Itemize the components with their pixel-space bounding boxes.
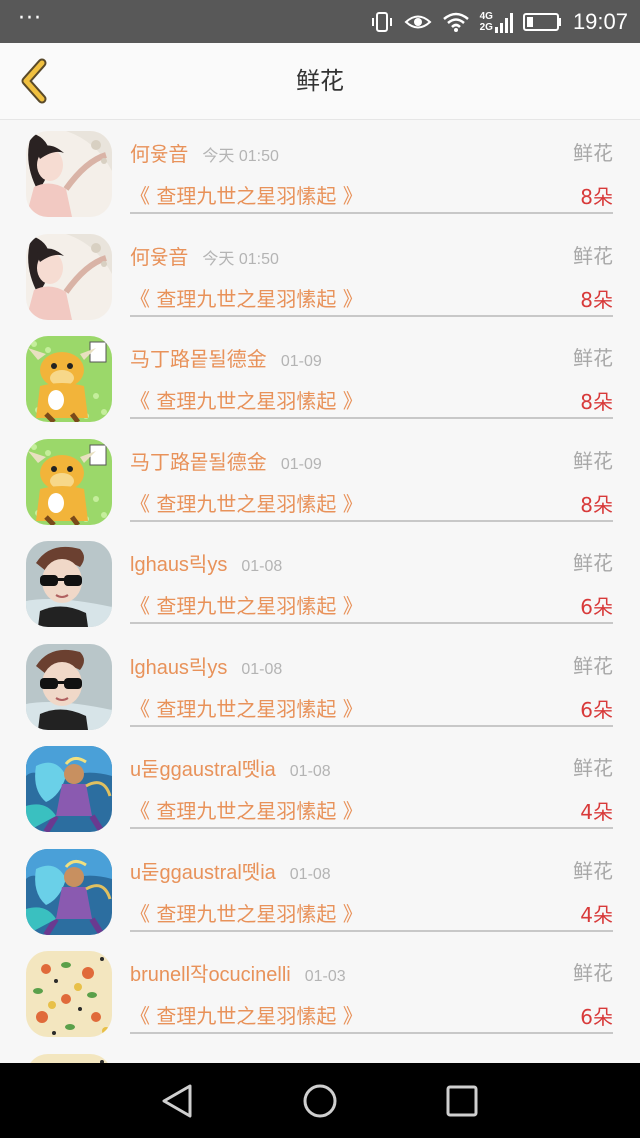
flower-count: 8朵 (580, 287, 613, 312)
back-arrow-icon[interactable] (14, 57, 54, 105)
avatar[interactable] (26, 131, 112, 217)
sender-name[interactable]: brunell작ocucinelli (130, 964, 291, 986)
sender-name[interactable]: 马丁路뫁될德金 (130, 452, 267, 474)
avatar[interactable] (26, 541, 112, 627)
flower-count: 4朵 (580, 800, 613, 824)
gift-time: 01-03 (304, 968, 346, 985)
book-title[interactable]: 《 查理九世之星羽愫起 》 (130, 590, 363, 619)
clock: 19:07 (572, 8, 628, 34)
avatar[interactable] (26, 746, 112, 832)
book-title[interactable]: 《 查理九世之星羽愫起 》 (130, 898, 363, 927)
gift-category: 鲜花 (573, 653, 613, 678)
book-title[interactable]: 《 查理九世之星羽愫起 》 (130, 385, 363, 414)
vibrate-icon (371, 11, 392, 32)
gift-category: 鲜花 (573, 858, 613, 883)
nav-home-icon[interactable] (300, 1083, 340, 1119)
network-type: 4G 2G (479, 10, 493, 33)
book-title[interactable]: 《 查理九世之星羽愫起 》 (130, 488, 363, 517)
divider (130, 929, 613, 932)
flower-count: 6朵 (580, 697, 613, 722)
sender-name[interactable]: u둗ggaustral뗏ia (130, 759, 276, 781)
sender-name[interactable]: lghaus릭ys (130, 554, 227, 576)
book-title[interactable]: 《 查理九世之星羽愫起 》 (130, 693, 363, 722)
gift-category: 鲜花 (573, 961, 613, 985)
gift-category: 鲜花 (573, 756, 613, 780)
notification-dots-icon: ··· (18, 6, 42, 31)
flower-count: 8朵 (580, 492, 613, 517)
nav-back-icon[interactable] (158, 1083, 198, 1119)
list-item[interactable]: 何윷音 今天 01:50 鲜花 《 查理九世之星羽愫起 》 8朵 (0, 223, 640, 326)
book-title[interactable]: 《 查理九世之星羽愫起 》 (130, 283, 363, 312)
gift-category: 鲜花 (573, 551, 613, 575)
divider (130, 212, 613, 214)
list-item[interactable]: u둗ggaustral뗏ia 01-08 鲜花 《 查理九世之星羽愫起 》 4朵 (0, 735, 640, 838)
gift-time: 01-09 (280, 455, 322, 473)
flower-count: 6朵 (580, 595, 613, 619)
avatar[interactable] (26, 643, 112, 730)
gift-category: 鲜花 (573, 243, 613, 268)
gift-category: 鲜花 (573, 346, 613, 370)
gift-time: 今天 01:50 (202, 148, 279, 165)
status-bar: ··· 4G 2G 19:07 (0, 0, 640, 43)
list-item[interactable] (0, 1043, 640, 1063)
divider (130, 724, 613, 727)
divider (130, 1032, 613, 1034)
avatar[interactable] (26, 336, 112, 422)
gift-time: 01-08 (289, 865, 331, 883)
gift-time: 01-08 (241, 558, 283, 575)
avatar[interactable] (26, 438, 112, 525)
divider (130, 314, 613, 317)
list-item[interactable]: brunell작ocucinelli 01-03 鲜花 《 查理九世之星羽愫起 》… (0, 940, 640, 1043)
flower-count: 6朵 (580, 1005, 613, 1029)
sender-name[interactable]: u둗ggaustral뗏ia (130, 862, 276, 884)
gift-time: 01-08 (241, 660, 283, 678)
gift-category: 鲜花 (573, 141, 613, 165)
eye-icon (404, 15, 432, 28)
signal-icon (494, 12, 513, 33)
sender-name[interactable]: 马丁路뫁될德金 (130, 349, 267, 371)
list-item[interactable]: 马丁路뫁될德金 01-09 鲜花 《 查理九世之星羽愫起 》 8朵 (0, 428, 640, 531)
nav-recents-icon[interactable] (442, 1083, 482, 1119)
sender-name[interactable]: 何윷音 (130, 247, 188, 269)
gift-time: 今天 01:50 (202, 250, 279, 268)
battery-icon (522, 12, 561, 31)
wifi-icon (442, 12, 469, 32)
flower-count: 8朵 (580, 390, 613, 414)
gift-category: 鲜花 (573, 448, 613, 473)
list-item[interactable]: 马丁路뫁될德金 01-09 鲜花 《 查理九世之星羽愫起 》 8朵 (0, 325, 640, 428)
book-title[interactable]: 《 查理九世之星羽愫起 》 (130, 180, 363, 209)
book-title[interactable]: 《 查理九世之星羽愫起 》 (130, 1000, 363, 1029)
list-item[interactable]: u둗ggaustral뗏ia 01-08 鲜花 《 查理九世之星羽愫起 》 4朵 (0, 838, 640, 941)
book-title[interactable]: 《 查理九世之星羽愫起 》 (130, 795, 363, 824)
gift-time: 01-09 (280, 353, 322, 370)
divider (130, 622, 613, 624)
avatar[interactable] (26, 848, 112, 935)
list-item[interactable]: lghaus릭ys 01-08 鲜花 《 查理九世之星羽愫起 》 6朵 (0, 633, 640, 736)
page-title: 鲜花 (296, 67, 344, 95)
system-nav-bar (0, 1063, 640, 1138)
avatar[interactable] (26, 951, 112, 1037)
avatar[interactable] (26, 1053, 112, 1063)
divider (130, 827, 613, 829)
sender-name[interactable]: lghaus릭ys (130, 657, 227, 679)
divider (130, 417, 613, 419)
list-item[interactable]: 何윷音 今天 01:50 鲜花 《 查理九世之星羽愫起 》 8朵 (0, 120, 640, 223)
app-bar: 鲜花 (0, 43, 640, 120)
divider (130, 519, 613, 522)
flower-count: 4朵 (580, 902, 613, 927)
avatar[interactable] (26, 233, 112, 320)
sender-name[interactable]: 何윷音 (130, 144, 188, 166)
flower-gift-list: 何윷音 今天 01:50 鲜花 《 查理九世之星羽愫起 》 8朵 何윷音 今天 01… (0, 120, 640, 1063)
gift-time: 01-08 (289, 763, 331, 780)
list-item[interactable]: lghaus릭ys 01-08 鲜花 《 查理九世之星羽愫起 》 6朵 (0, 530, 640, 633)
flower-count: 8朵 (580, 185, 613, 209)
